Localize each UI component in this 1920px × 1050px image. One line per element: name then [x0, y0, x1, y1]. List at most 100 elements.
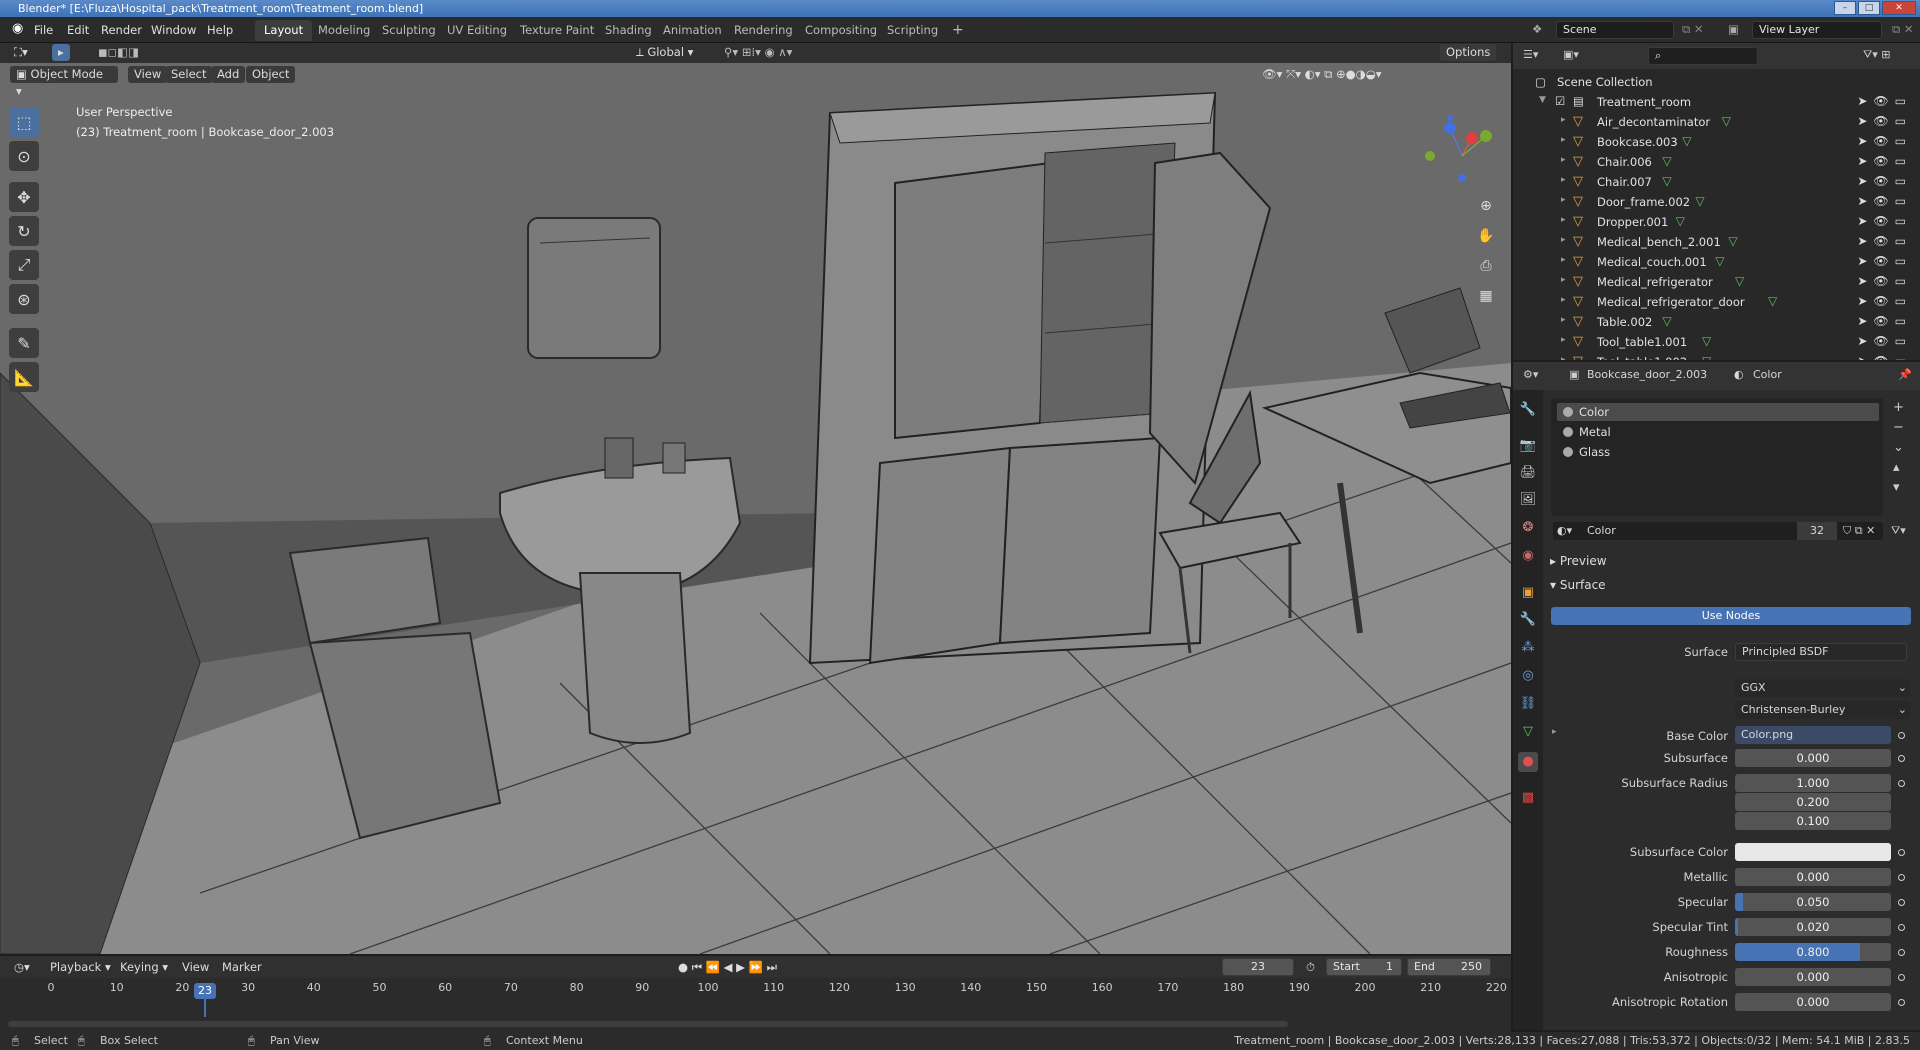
add-workspace-icon[interactable]: +: [943, 20, 973, 41]
menu-render[interactable]: Render: [95, 22, 148, 38]
transform-orientation[interactable]: ⟂ Global ▾: [630, 44, 699, 61]
blender-logo-icon[interactable]: ◉: [6, 20, 29, 37]
expand-icon[interactable]: ▸: [1561, 335, 1566, 345]
expand-icon[interactable]: ▸: [1561, 135, 1566, 145]
material-users-count[interactable]: 32: [1797, 522, 1837, 540]
properties-editor-icon[interactable]: ⚙▾: [1523, 368, 1538, 381]
socket-icon[interactable]: [1898, 949, 1905, 956]
property-slider[interactable]: 0.000: [1735, 993, 1891, 1011]
material-slot-color[interactable]: Color: [1557, 403, 1879, 421]
node-link-icon[interactable]: ⛛▾: [1891, 524, 1906, 538]
view-layer-options-icon[interactable]: ⧉ ✕: [1886, 21, 1920, 38]
property-slider[interactable]: 1.000: [1735, 774, 1891, 792]
tab-compositing[interactable]: Compositing: [796, 20, 886, 41]
mesh-data-icon[interactable]: ▽: [1676, 214, 1685, 228]
row-visibility-icons[interactable]: ➤👁▭: [1857, 174, 1912, 188]
row-visibility-icons[interactable]: ➤👁▭: [1857, 114, 1912, 128]
menu-file[interactable]: File: [28, 22, 59, 38]
socket-icon[interactable]: [1898, 899, 1905, 906]
data-tab-icon[interactable]: ▽: [1518, 722, 1538, 742]
slot-buttons[interactable]: + − ⌄ ▴ ▾: [1893, 398, 1904, 498]
row-visibility-icons[interactable]: ➤👁▭: [1857, 94, 1912, 108]
mesh-data-icon[interactable]: ▽: [1662, 314, 1671, 328]
close-button[interactable]: ✕: [1882, 1, 1916, 15]
tab-uv-editing[interactable]: UV Editing: [438, 20, 516, 41]
outliner-row[interactable]: ▸ ▽ Medical_refrigerator ▽ ➤👁▭: [1513, 272, 1920, 292]
particles-tab-icon[interactable]: ⁂: [1518, 638, 1538, 658]
outliner-row[interactable]: ▸ ▽ Bookcase.003 ▽ ➤👁▭: [1513, 132, 1920, 152]
expand-icon[interactable]: ▸: [1561, 195, 1566, 205]
clock-icon[interactable]: ⏱: [1300, 959, 1321, 976]
socket-icon[interactable]: [1898, 874, 1905, 881]
menu-window[interactable]: Window: [145, 22, 202, 38]
property-slider[interactable]: 0.800: [1735, 943, 1891, 961]
constraints-tab-icon[interactable]: ⛓: [1518, 694, 1538, 714]
material-browse-icon[interactable]: ◐▾: [1557, 524, 1572, 537]
menu-timeline-view[interactable]: View: [176, 959, 215, 976]
mesh-data-icon[interactable]: ▽: [1735, 274, 1744, 288]
tab-sculpting[interactable]: Sculpting: [373, 20, 445, 41]
row-visibility-icons[interactable]: ➤👁▭: [1857, 254, 1912, 268]
world-tab-icon[interactable]: ◉: [1518, 546, 1538, 566]
outliner-row[interactable]: ▸ ▽ Medical_refrigerator_door ▽ ➤👁▭: [1513, 292, 1920, 312]
surface-shader-field[interactable]: Principled BSDF: [1735, 643, 1907, 661]
view-layer-icon[interactable]: ▣: [1722, 21, 1745, 37]
modifier-tab-icon[interactable]: 🔧: [1518, 610, 1538, 630]
outliner-row[interactable]: ▸ ▽ Dropper.001 ▽ ➤👁▭: [1513, 212, 1920, 232]
outliner-row[interactable]: ▸ ▽ Medical_bench_2.001 ▽ ➤👁▭: [1513, 232, 1920, 252]
pivot-snap-icons[interactable]: ⚲▾ ⊞⁞▾ ◉ ∧▾: [718, 44, 798, 61]
expand-icon[interactable]: ▼: [1539, 95, 1546, 105]
cursor-tool-icon[interactable]: ⊙: [9, 141, 39, 171]
tab-shading[interactable]: Shading: [596, 20, 661, 41]
timeline-scrollbar[interactable]: [8, 1021, 1288, 1027]
minimize-button[interactable]: –: [1834, 1, 1856, 15]
outliner-row[interactable]: ▸ ▽ Chair.006 ▽ ➤👁▭: [1513, 152, 1920, 172]
property-slider[interactable]: 0.000: [1735, 868, 1891, 886]
menu-marker[interactable]: Marker: [216, 959, 268, 976]
tab-animation[interactable]: Animation: [654, 20, 731, 41]
row-visibility-icons[interactable]: ➤👁▭: [1857, 214, 1912, 228]
distribution-dropdown[interactable]: GGX ⌄: [1735, 679, 1911, 697]
expand-icon[interactable]: ▸: [1561, 175, 1566, 185]
material-tab-icon[interactable]: ●: [1518, 752, 1538, 772]
options-menu[interactable]: Options: [1440, 44, 1497, 61]
outliner-row[interactable]: ▸ ▽ Table.002 ▽ ➤👁▭: [1513, 312, 1920, 332]
outliner-row[interactable]: ▸ ▽ Air_decontaminator ▽ ➤👁▭: [1513, 112, 1920, 132]
socket-icon[interactable]: [1898, 849, 1905, 856]
expand-icon[interactable]: ▸: [1561, 275, 1566, 285]
add-slot-icon[interactable]: +: [1893, 398, 1904, 418]
material-actions-icons[interactable]: ⛉ ⧉ ✕: [1843, 524, 1875, 538]
editor-type-icon[interactable]: ⛶▾: [8, 44, 34, 61]
menu-keying[interactable]: Keying ▾: [114, 959, 174, 976]
scene-options-icon[interactable]: ⧉ ✕: [1676, 21, 1710, 38]
view-layer-tab-icon[interactable]: 🖼: [1518, 490, 1538, 510]
menu-help[interactable]: Help: [201, 22, 239, 38]
pin-icon[interactable]: 📌: [1898, 368, 1912, 381]
current-frame-field[interactable]: 23: [1222, 958, 1294, 976]
subsurface-method-dropdown[interactable]: Christensen-Burley ⌄: [1735, 701, 1911, 719]
viewport-shading-icons[interactable]: 👁▾ ⤧▾ ◐▾ ⧉ ⊕●◑◒▾: [1256, 66, 1388, 83]
select-box-tool-icon[interactable]: ⬚: [9, 107, 39, 137]
output-tab-icon[interactable]: 🖨: [1518, 463, 1538, 483]
expand-icon[interactable]: ▸: [1561, 215, 1566, 225]
material-slot-glass[interactable]: Glass: [1557, 443, 1879, 461]
measure-tool-icon[interactable]: 📐: [9, 362, 39, 392]
panel-divider[interactable]: [1513, 360, 1920, 362]
texture-tab-icon[interactable]: ▩: [1518, 788, 1538, 808]
end-frame-field[interactable]: End 250: [1407, 958, 1491, 976]
expand-icon[interactable]: ▸: [1561, 255, 1566, 265]
mesh-data-icon[interactable]: ▽: [1702, 334, 1711, 348]
menu-add[interactable]: Add: [211, 66, 246, 83]
grid-perspective-icon[interactable]: ▦: [1476, 281, 1496, 311]
row-visibility-icons[interactable]: ➤👁▭: [1857, 334, 1912, 348]
scene-icon[interactable]: ❖: [1526, 21, 1548, 37]
select-tool-icon[interactable]: ▸: [52, 44, 70, 61]
mesh-data-icon[interactable]: ▽: [1715, 254, 1724, 268]
row-visibility-icons[interactable]: ➤👁▭: [1857, 314, 1912, 328]
zoom-icon[interactable]: ⊕: [1476, 191, 1496, 221]
physics-tab-icon[interactable]: ◎: [1518, 666, 1538, 686]
socket-icon[interactable]: [1898, 755, 1905, 762]
outliner-editor-icon[interactable]: ☰▾: [1523, 48, 1538, 61]
socket-icon[interactable]: [1898, 974, 1905, 981]
mesh-data-icon[interactable]: ▽: [1662, 154, 1671, 168]
